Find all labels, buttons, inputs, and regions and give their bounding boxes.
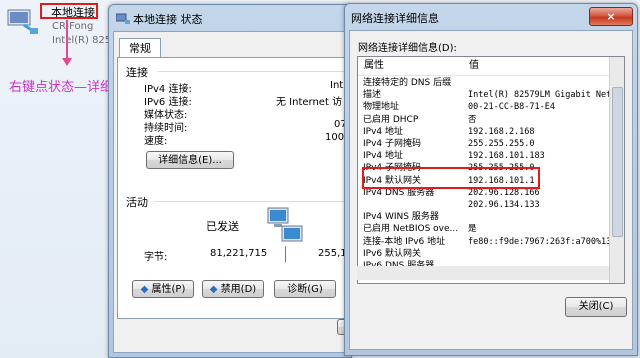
list-item[interactable]: IPv4 地址 192.168.2.168	[358, 127, 624, 138]
list-item[interactable]: IPv4 WINS 服务器	[358, 212, 624, 223]
bytes-label: 字节:	[144, 252, 168, 263]
network-connection-item[interactable]: 本地连接 CR-Fong Intel(R) 8257	[0, 0, 120, 52]
sent-label: 已发送	[206, 220, 239, 233]
property-name: 连接-本地 IPv6 地址	[363, 236, 446, 247]
ipv4-value: Int	[330, 80, 344, 91]
details-titlebar[interactable]: 网络连接详细信息 ×	[345, 4, 637, 32]
connection-label: 连接	[126, 66, 148, 79]
list-item[interactable]: IPv6 默认网关	[358, 249, 624, 260]
property-name: 描述	[363, 90, 382, 101]
network-icon	[116, 13, 130, 24]
property-name: IPv4 地址	[363, 126, 403, 137]
scrollbar-thumb[interactable]	[612, 87, 623, 237]
property-name: IPv4 WINS 服务器	[363, 212, 439, 223]
disable-button-label: 禁用(D)	[220, 284, 257, 295]
connection-name: 本地连接	[40, 3, 98, 19]
connection-network: CR-Fong	[52, 21, 94, 32]
column-header-property[interactable]: 属性	[364, 57, 384, 75]
close-button[interactable]: 关闭(C)	[565, 297, 627, 317]
header-divider	[358, 75, 610, 76]
list-item[interactable]: IPv4 子网掩码 255.255.255.0	[358, 139, 624, 150]
details-button[interactable]: 详细信息(E)...	[146, 151, 234, 169]
property-name: IPv4 地址	[363, 151, 403, 162]
general-page: 连接 IPv4 连接: Int IPv6 连接: 无 Internet 访 媒体…	[117, 57, 355, 319]
property-name: IPv6 默认网关	[363, 248, 421, 259]
vertical-scrollbar[interactable]	[609, 57, 624, 283]
properties-button-label: 属性(P)	[151, 284, 186, 295]
list-item[interactable]: IPv4 地址 192.168.101.183	[358, 151, 624, 162]
column-header-value[interactable]: 值	[469, 57, 479, 75]
property-name: 已启用 NetBIOS ove...	[363, 224, 459, 235]
shield-icon: ◆	[209, 284, 218, 295]
details-section-label: 网络连接详细信息(D):	[358, 43, 457, 54]
list-item[interactable]: 描述 Intel(R) 82579LM Gigabit Netwo	[358, 90, 624, 101]
speed-label: 速度:	[144, 136, 168, 147]
divider	[158, 71, 348, 72]
list-item[interactable]: IPv4 DNS 服务器 202.96.128.166	[358, 188, 624, 199]
property-name: 物理地址	[363, 102, 400, 113]
network-activity-icon	[267, 207, 303, 242]
property-name: 连接特定的 DNS 后缀	[363, 78, 452, 88]
list-item[interactable]: 连接特定的 DNS 后缀	[358, 78, 624, 89]
gateway-highlight	[362, 167, 540, 189]
property-value: 192.168.101.183	[468, 151, 545, 162]
shield-icon: ◆	[140, 284, 149, 295]
annotation-arrow	[66, 20, 68, 60]
property-name: IPv4 DNS 服务器	[363, 187, 435, 198]
property-name: IPv4 子网掩码	[363, 139, 421, 149]
disable-button[interactable]: ◆ 禁用(D)	[202, 280, 264, 298]
bytes-sent: 81,221,715	[210, 248, 268, 259]
status-window-title: 本地连接 状态	[133, 13, 203, 26]
status-window: 本地连接 状态 常规 连接 IPv4 连接: Int IPv6 连接: 无 In…	[108, 4, 355, 358]
ipv6-value: 无 Internet 访	[276, 97, 343, 108]
property-value: 00-21-CC-B8-71-E4	[468, 102, 555, 113]
diagnose-button[interactable]: 诊断(G)	[274, 280, 336, 298]
network-adapter-icon	[7, 9, 38, 35]
list-item[interactable]: 已启用 DHCP 否	[358, 115, 624, 126]
property-value: 202.96.128.166	[468, 187, 540, 198]
property-value: 是	[468, 224, 477, 235]
property-name: 已启用 DHCP	[363, 114, 419, 125]
status-titlebar[interactable]: 本地连接 状态	[109, 5, 351, 33]
annotation-arrow-head	[62, 58, 72, 66]
activity-separator	[285, 246, 286, 262]
property-value: 255.255.255.0	[468, 139, 535, 149]
property-value: fe80::f9de:7967:263f:a700%13	[468, 236, 612, 247]
tab-general[interactable]: 常规	[119, 38, 161, 58]
list-item[interactable]: 已启用 NetBIOS ove... 是	[358, 224, 624, 235]
activity-label: 活动	[126, 196, 148, 209]
details-window-title: 网络连接详细信息	[351, 12, 439, 25]
property-value: 否	[468, 114, 477, 125]
divider	[154, 201, 348, 202]
window-close-button[interactable]: ×	[589, 7, 633, 26]
property-value: 192.168.2.168	[468, 126, 535, 137]
properties-button[interactable]: ◆ 属性(P)	[132, 280, 194, 298]
horizontal-scrollbar[interactable]	[357, 266, 609, 280]
property-value: Intel(R) 82579LM Gigabit Netwo	[468, 90, 622, 101]
list-item[interactable]: 物理地址 00-21-CC-B8-71-E4	[358, 102, 624, 113]
list-item[interactable]: 202.96.134.133	[358, 200, 624, 211]
list-item[interactable]: 连接-本地 IPv6 地址 fe80::f9de:7967:263f:a700%1…	[358, 237, 624, 248]
property-value: 202.96.134.133	[468, 200, 540, 210]
